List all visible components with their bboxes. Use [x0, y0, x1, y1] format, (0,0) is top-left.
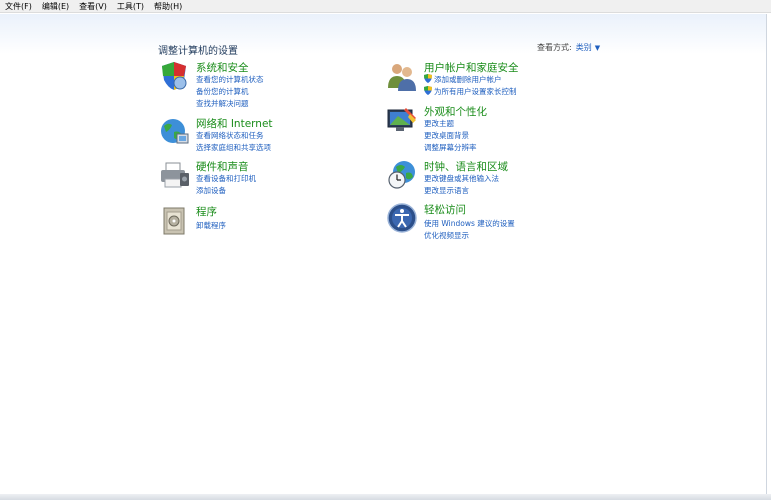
users-link-parental-label: 为所有用户设置家长控制 — [434, 87, 517, 96]
programs-box-icon[interactable] — [158, 204, 190, 236]
user-accounts-title[interactable]: 用户帐户和家庭安全 — [424, 60, 519, 75]
users-link-add-remove[interactable]: 添加或删除用户帐户 — [424, 74, 502, 85]
users-link-add-remove-label: 添加或删除用户帐户 — [434, 75, 502, 84]
chevron-down-icon[interactable]: ▼ — [595, 44, 600, 52]
system-link-troubleshoot[interactable]: 查找并解决问题 — [196, 98, 249, 109]
category-hardware-sound: 硬件和声音 查看设备和打印机 添加设备 — [158, 159, 358, 199]
menu-file[interactable]: 文件(F) — [5, 1, 32, 12]
ease-title[interactable]: 轻松访问 — [424, 202, 466, 217]
menu-view[interactable]: 查看(V) — [79, 1, 107, 12]
printer-icon[interactable] — [158, 159, 190, 191]
uac-shield-icon — [424, 86, 432, 95]
network-link-homegroup[interactable]: 选择家庭组和共享选项 — [196, 142, 271, 153]
uac-shield-icon — [424, 74, 432, 83]
category-system-security: 系统和安全 查看您的计算机状态 备份您的计算机 查找并解决问题 — [158, 60, 358, 112]
network-link-status[interactable]: 查看网络状态和任务 — [196, 130, 264, 141]
page-title: 调整计算机的设置 — [158, 46, 238, 57]
network-title[interactable]: 网络和 Internet — [196, 116, 273, 131]
clock-link-keyboard[interactable]: 更改键盘或其他输入法 — [424, 173, 499, 184]
category-appearance: 外观和个性化 更改主题 更改桌面背景 调整屏幕分辨率 — [386, 104, 606, 156]
appearance-link-resolution[interactable]: 调整屏幕分辨率 — [424, 142, 477, 153]
appearance-title[interactable]: 外观和个性化 — [424, 104, 487, 119]
ease-link-recommended[interactable]: 使用 Windows 建议的设置 — [424, 218, 515, 229]
appearance-link-theme[interactable]: 更改主题 — [424, 118, 454, 129]
clock-title[interactable]: 时钟、语言和区域 — [424, 159, 508, 174]
category-clock-language-region: 时钟、语言和区域 更改键盘或其他输入法 更改显示语言 — [386, 159, 606, 199]
status-bar — [0, 494, 771, 500]
system-security-title[interactable]: 系统和安全 — [196, 60, 249, 75]
appearance-link-background[interactable]: 更改桌面背景 — [424, 130, 469, 141]
programs-title[interactable]: 程序 — [196, 204, 217, 219]
menu-edit[interactable]: 编辑(E) — [42, 1, 69, 12]
appearance-monitor-icon[interactable] — [386, 104, 418, 136]
hardware-title[interactable]: 硬件和声音 — [196, 159, 249, 174]
category-ease-of-access: 轻松访问 使用 Windows 建议的设置 优化视频显示 — [386, 202, 606, 242]
view-by-label: 查看方式: — [537, 43, 572, 52]
hardware-link-devices[interactable]: 查看设备和打印机 — [196, 173, 256, 184]
system-security-shield-icon[interactable] — [158, 60, 190, 92]
globe-network-icon[interactable] — [158, 116, 190, 148]
menu-help[interactable]: 帮助(H) — [154, 1, 182, 12]
system-link-backup[interactable]: 备份您的计算机 — [196, 86, 249, 97]
view-by: 查看方式: 类别 ▼ — [537, 42, 600, 53]
clock-globe-icon[interactable] — [386, 159, 418, 191]
users-link-parental[interactable]: 为所有用户设置家长控制 — [424, 86, 517, 97]
control-panel-content: 调整计算机的设置 查看方式: 类别 ▼ 系统和安全 查看您的计算机状态 备份您的… — [0, 14, 767, 494]
menu-tools[interactable]: 工具(T) — [117, 1, 144, 12]
programs-link-uninstall[interactable]: 卸载程序 — [196, 220, 226, 231]
ease-link-optimize-display[interactable]: 优化视频显示 — [424, 230, 469, 241]
category-network-internet: 网络和 Internet 查看网络状态和任务 选择家庭组和共享选项 — [158, 116, 358, 156]
ease-of-access-icon[interactable] — [386, 202, 418, 234]
menu-bar: 文件(F) 编辑(E) 查看(V) 工具(T) 帮助(H) — [0, 0, 771, 13]
users-icon[interactable] — [386, 60, 418, 92]
category-programs: 程序 卸载程序 — [158, 204, 358, 244]
hardware-link-add-device[interactable]: 添加设备 — [196, 185, 226, 196]
system-link-status[interactable]: 查看您的计算机状态 — [196, 74, 264, 85]
clock-link-language[interactable]: 更改显示语言 — [424, 185, 469, 196]
view-by-dropdown[interactable]: 类别 — [576, 42, 592, 53]
